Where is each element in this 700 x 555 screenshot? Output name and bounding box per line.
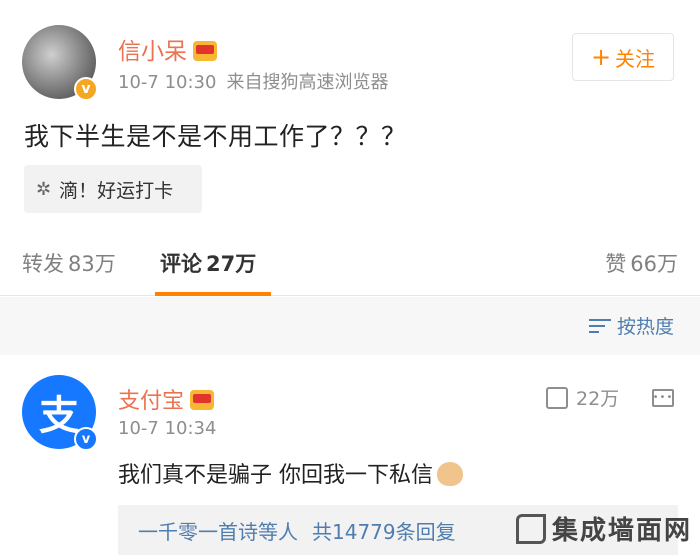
topic-tag[interactable]: ✲ 滴！好运打卡 [24,165,202,213]
tab-comments[interactable]: 评论 27万 [160,248,256,278]
commenter-name-text[interactable]: 支付宝 [118,389,184,414]
tab-repost-label: 转发 [22,252,64,276]
replies-user: 一千零一首诗等人 [138,519,298,544]
tab-repost-count: 83万 [68,252,116,276]
post-card: v 信小呆 10-7 10:30 来自搜狗高速浏览器 + 关注 我下半生是不是不用… [0,0,700,230]
post-text: 我下半生是不是不用工作了？？？ [24,122,407,151]
tab-comments-label: 评论 [160,252,202,276]
sort-icon [588,318,611,334]
post-meta: 10-7 10:30 来自搜狗高速浏览器 [118,68,388,94]
sort-bar: 按热度 [0,297,700,355]
commenter-avatar[interactable]: 支 v [22,375,98,451]
flower-icon: ✲ [36,178,52,200]
follow-button[interactable]: + 关注 [572,33,674,81]
vip-crown-icon [193,41,217,61]
follow-label: 关注 [615,46,656,71]
cat-emoji-icon [437,462,463,486]
active-tab-indicator [155,292,271,296]
tab-likes-label: 赞 [605,252,627,276]
tab-likes[interactable]: 赞 66万 [605,248,678,278]
thumbs-up-icon [546,386,568,409]
watermark-text: 集成墙面网 [551,516,692,546]
sort-label: 按热度 [616,316,674,338]
post-author-name[interactable]: 信小呆 [118,39,187,65]
watermark-logo-icon [515,513,546,544]
post-tabs: 转发 83万 评论 27万 赞 66万 [0,230,700,296]
tab-likes-count: 66万 [630,252,678,276]
post-source: 来自搜狗高速浏览器 [226,72,389,93]
comment-text-body: 我们真不是骗子 你回我一下私信 [118,463,433,488]
commenter-avatar-glyph: 支 [39,393,79,439]
commenter-name[interactable]: 支付宝 [118,383,215,415]
verified-badge-icon: v [74,77,98,101]
verified-badge-icon: v [74,427,98,451]
comment-reply-icon[interactable]: ••• [652,389,674,407]
author-avatar[interactable]: v [22,25,98,101]
replies-count: 共14779条回复 [312,519,456,544]
comment-time: 10-7 10:34 [118,418,217,439]
vip-crown-icon [190,390,215,410]
tab-comments-count: 27万 [206,252,257,276]
tab-repost[interactable]: 转发 83万 [22,248,116,278]
comment-like-count: 22万 [576,388,620,410]
comment-text: 我们真不是骗子 你回我一下私信 [118,457,463,489]
sort-by-hot-button[interactable]: 按热度 [588,312,674,339]
post-author[interactable]: 信小呆 [118,32,217,66]
plus-icon: + [590,43,612,71]
comment-like-button[interactable]: 22万 [546,384,619,411]
watermark: 集成墙面网 [515,510,692,547]
topic-tag-label: 滴！好运打卡 [59,179,174,202]
post-time: 10-7 10:30 [118,72,217,93]
